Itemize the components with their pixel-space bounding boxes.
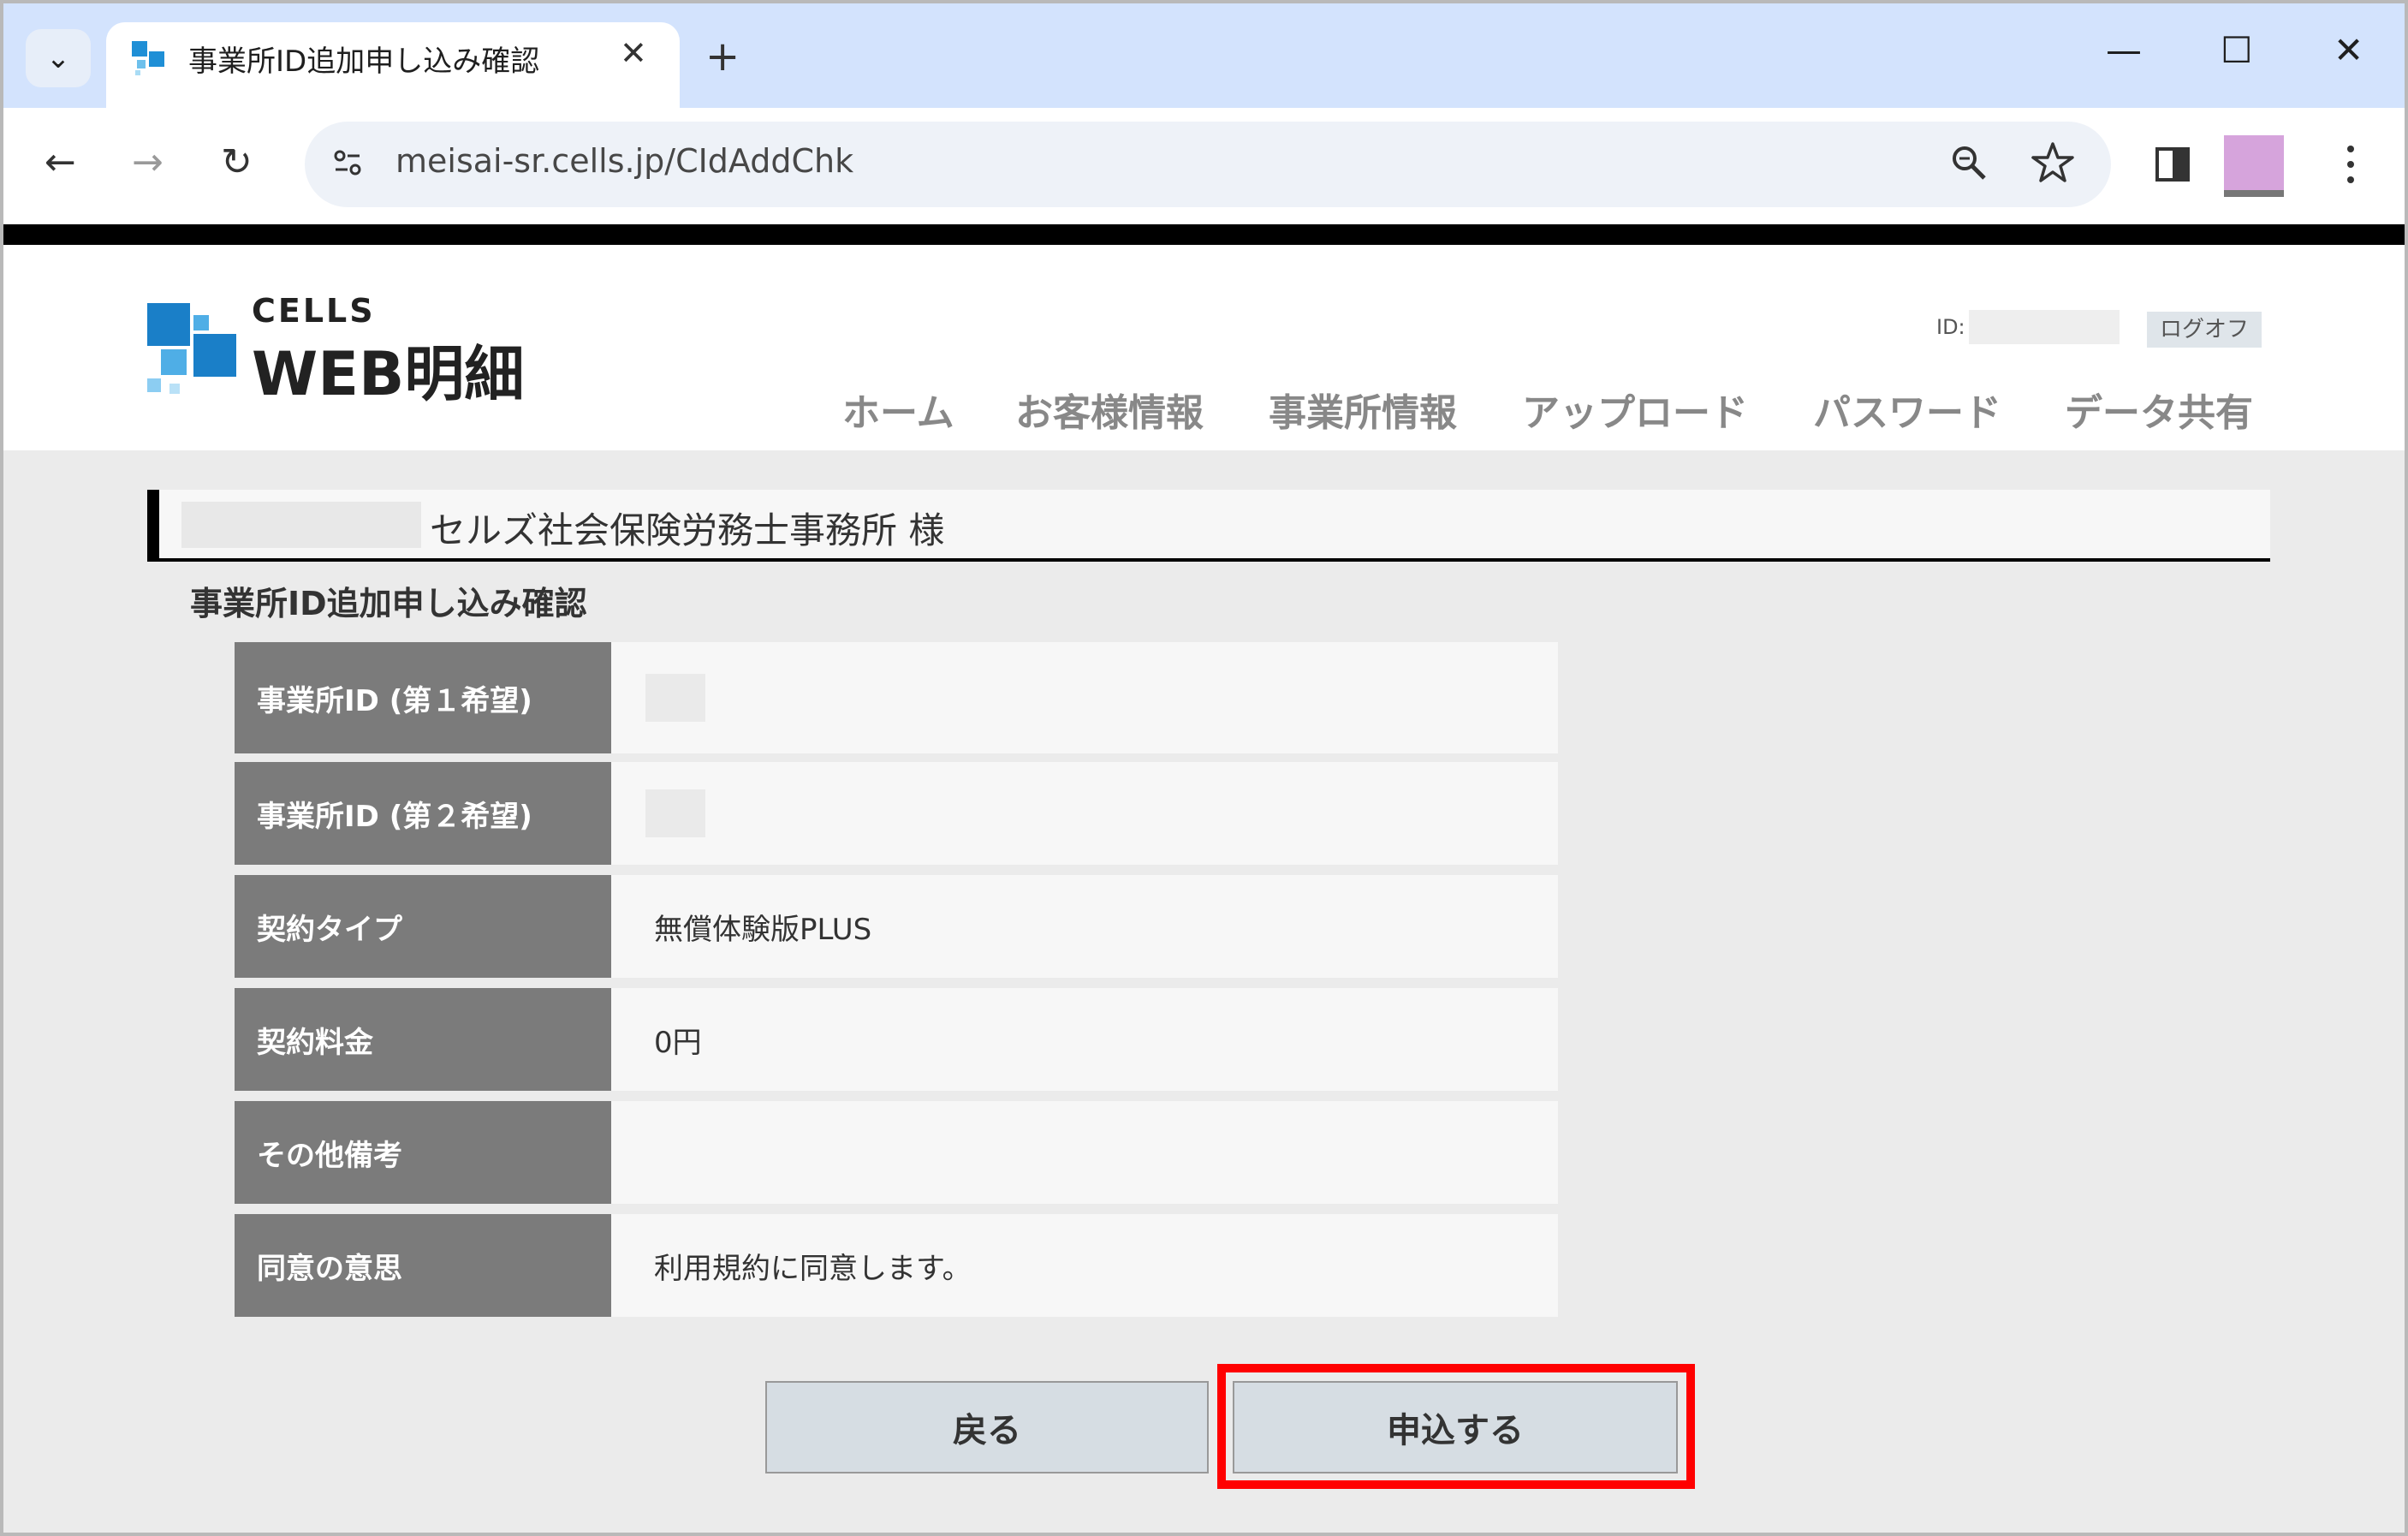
logo-web-text: WEB明細 — [252, 339, 525, 409]
logo-cells-text: CELLS — [252, 292, 376, 330]
row-label: 事業所ID (第２希望) — [235, 762, 611, 865]
cells-logo-icon[interactable] — [144, 300, 238, 402]
nav-office-info[interactable]: 事業所情報 — [1269, 382, 1457, 437]
row-value — [611, 1101, 1558, 1204]
tab-search-button[interactable]: ⌄ — [26, 29, 91, 87]
back-icon[interactable]: ← — [45, 140, 76, 184]
redacted-value — [645, 674, 705, 722]
submit-highlight-box — [1217, 1364, 1695, 1489]
forward-icon[interactable]: → — [132, 140, 164, 184]
nav-customer-info[interactable]: お客様情報 — [1015, 382, 1204, 437]
redacted-value — [645, 789, 705, 837]
table-row: 事業所ID (第２希望) — [235, 762, 1558, 865]
zoom-icon[interactable] — [1948, 142, 1989, 183]
table-row: 事業所ID (第１希望) — [235, 642, 1558, 753]
active-tab[interactable]: 事業所ID追加申し込み確認 ✕ — [106, 22, 680, 108]
nav-home[interactable]: ホーム — [842, 382, 954, 437]
tab-bar: ⌄ 事業所ID追加申し込み確認 ✕ + — ☐ ✕ — [3, 3, 2405, 108]
minimize-icon[interactable]: — — [2106, 29, 2142, 71]
row-label: 契約タイプ — [235, 875, 611, 978]
new-tab-button[interactable]: + — [705, 31, 740, 82]
page-top-bar — [3, 224, 2405, 245]
kebab-menu-icon[interactable] — [2340, 142, 2361, 187]
row-label: その他備考 — [235, 1101, 611, 1204]
row-label: 事業所ID (第１希望) — [235, 642, 611, 753]
customer-title-bar: セルズ社会保険労務士事務所 様 — [147, 490, 2270, 562]
nav-password[interactable]: パスワード — [1813, 382, 2001, 437]
side-panel-icon[interactable] — [2154, 146, 2191, 183]
site-header: CELLS WEB明細 ID: ログオフ ホーム お客様情報 事業所情報 アップ… — [3, 245, 2405, 450]
maximize-icon[interactable]: ☐ — [2221, 29, 2253, 71]
section-title: 事業所ID追加申し込み確認 — [190, 585, 587, 622]
table-row: 同意の意思 利用規約に同意します。 — [235, 1214, 1558, 1317]
table-row: その他備考 — [235, 1101, 1558, 1204]
bookmark-star-icon[interactable] — [2030, 140, 2075, 185]
nav-data-share[interactable]: データ共有 — [2065, 382, 2253, 437]
user-id-value — [1969, 310, 2120, 344]
back-button[interactable]: 戻る — [765, 1381, 1209, 1473]
browser-toolbar: ← → ↻ meisai-sr.cells.jp/CIdAddChk — [3, 108, 2405, 224]
customer-name-redacted — [181, 502, 421, 548]
row-value: 利用規約に同意します。 — [611, 1214, 1558, 1317]
nav-upload[interactable]: アップロード — [1522, 382, 1748, 437]
site-info-icon[interactable] — [329, 144, 366, 182]
table-row: 契約タイプ 無償体験版PLUS — [235, 875, 1558, 978]
close-window-icon[interactable]: ✕ — [2334, 29, 2363, 71]
row-value — [611, 762, 1558, 865]
tab-title: 事業所ID追加申し込み確認 — [188, 45, 540, 79]
row-value: 無償体験版PLUS — [611, 875, 1558, 978]
table-row: 契約料金 0円 — [235, 988, 1558, 1091]
cells-favicon-icon — [132, 41, 164, 75]
browser-window: ⌄ 事業所ID追加申し込み確認 ✕ + — ☐ ✕ ← → ↻ meisai-s… — [0, 0, 2408, 1536]
row-value — [611, 642, 1558, 753]
chevron-down-icon: ⌄ — [45, 41, 71, 75]
tab-close-icon[interactable]: ✕ — [620, 34, 647, 72]
row-label: 同意の意思 — [235, 1214, 611, 1317]
customer-name: セルズ社会保険労務士事務所 様 — [430, 509, 945, 551]
main-content: セルズ社会保険労務士事務所 様 事業所ID追加申し込み確認 事業所ID (第１希… — [3, 450, 2405, 1533]
profile-avatar[interactable] — [2224, 135, 2284, 197]
user-id-label: ID: — [1936, 315, 1965, 339]
url-text: meisai-sr.cells.jp/CIdAddChk — [395, 142, 854, 180]
reload-icon[interactable]: ↻ — [221, 140, 253, 184]
address-bar[interactable]: meisai-sr.cells.jp/CIdAddChk — [305, 122, 2111, 207]
logoff-button[interactable]: ログオフ — [2147, 312, 2262, 348]
row-value: 0円 — [611, 988, 1558, 1091]
row-label: 契約料金 — [235, 988, 611, 1091]
